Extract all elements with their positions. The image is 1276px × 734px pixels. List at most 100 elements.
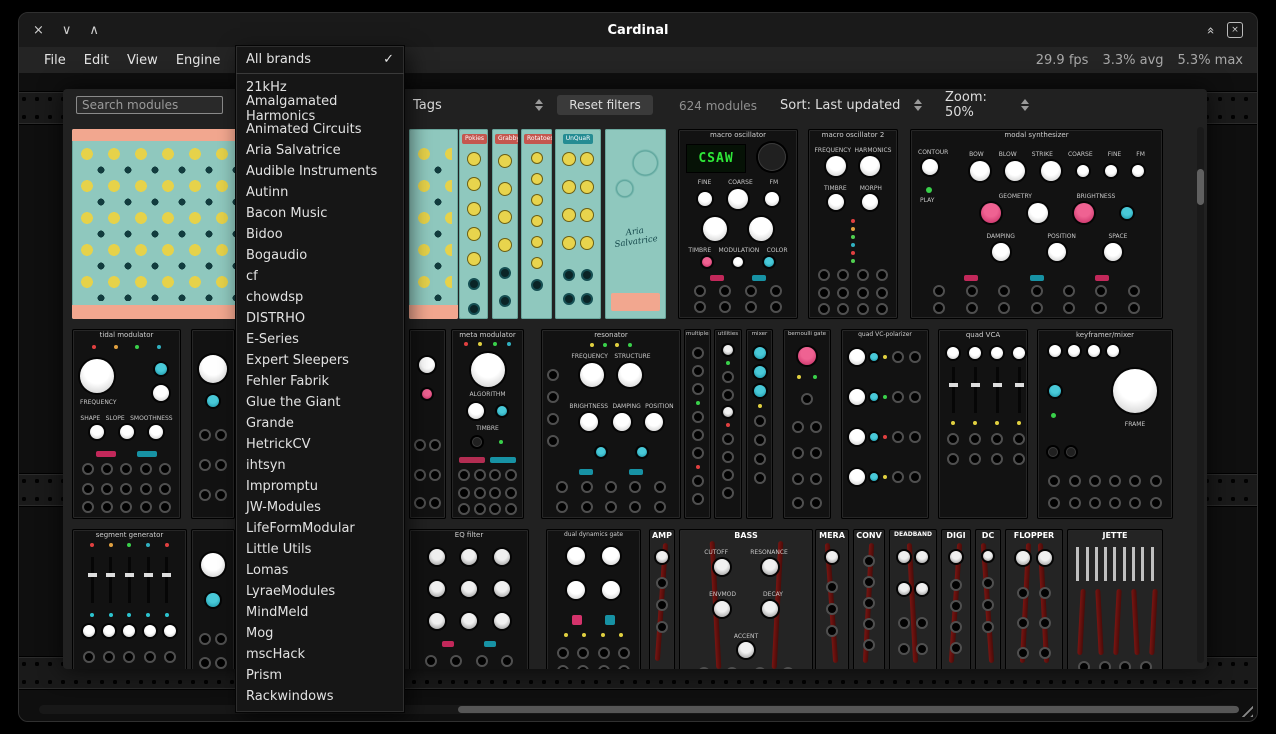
dropdown-item[interactable]: JW-Modules xyxy=(236,497,404,518)
panel-decoration xyxy=(1030,275,1044,281)
port xyxy=(581,481,593,493)
module-card-quad-vca[interactable]: quad VCA xyxy=(938,329,1028,519)
knob xyxy=(90,425,104,439)
port xyxy=(215,489,227,501)
updown-arrows-icon xyxy=(1021,99,1029,111)
module-card-dual-dynamics-gate[interactable]: dual dynamics gate xyxy=(546,529,641,669)
menu-edit[interactable]: Edit xyxy=(75,53,118,68)
module-card-segment-generator[interactable]: segment generator xyxy=(72,529,187,669)
dropdown-item[interactable]: Amalgamated Harmonics xyxy=(236,98,404,119)
knob xyxy=(164,625,176,637)
vertical-scrollbar[interactable] xyxy=(1197,127,1204,663)
module-card-deadband[interactable]: DEADBAND xyxy=(889,529,937,669)
module-card-keyframer-mixer[interactable]: keyframer/mixer FRAME xyxy=(1037,329,1173,519)
module-card-unquar[interactable]: UnQuaR xyxy=(555,129,601,319)
module-card-amp[interactable]: AMP xyxy=(649,529,675,669)
panel-decoration xyxy=(1123,547,1126,581)
dropdown-item[interactable]: Autinn xyxy=(236,182,404,203)
module-card-aria-salvatrice[interactable]: Aria Salvatrice xyxy=(605,129,666,319)
dropdown-item[interactable]: Audible Instruments xyxy=(236,161,404,182)
updown-arrows-icon xyxy=(535,99,543,111)
search-input[interactable] xyxy=(76,96,223,114)
module-card-utilities[interactable]: utilities xyxy=(714,329,742,519)
module-count: 624 modules xyxy=(679,99,757,113)
sort-select[interactable]: Sort: Last updated xyxy=(776,95,926,115)
port xyxy=(199,459,211,471)
module-card-resonator[interactable]: resonator FREQUENCY STRUCTURE BRIGHTNESS… xyxy=(541,329,681,519)
module-card-dc[interactable]: DC xyxy=(975,529,1001,669)
dropdown-item[interactable]: Lomas xyxy=(236,560,404,581)
menu-engine[interactable]: Engine xyxy=(167,53,230,68)
dropdown-item-all-brands[interactable]: All brands ✓ xyxy=(236,49,404,70)
led xyxy=(146,543,150,547)
dropdown-item[interactable]: Bogaudio xyxy=(236,245,404,266)
menu-view[interactable]: View xyxy=(118,53,167,68)
dropdown-item[interactable]: Rackwindows xyxy=(236,686,404,707)
close-box-icon[interactable]: × xyxy=(1227,22,1243,38)
dropdown-item[interactable]: Impromptu xyxy=(236,476,404,497)
dropdown-item[interactable]: HetrickCV xyxy=(236,434,404,455)
module-card-partial[interactable] xyxy=(191,529,235,669)
module-card-rotatoes[interactable]: Rotatoes xyxy=(521,129,552,319)
port xyxy=(770,301,782,313)
port xyxy=(810,473,822,485)
module-card-partial[interactable] xyxy=(409,129,458,319)
dropdown-item[interactable]: Expert Sleepers xyxy=(236,350,404,371)
dropdown-item[interactable]: Bidoo xyxy=(236,224,404,245)
module-card-conv[interactable]: CONV xyxy=(853,529,885,669)
dropdown-item[interactable]: DISTRHO xyxy=(236,308,404,329)
dropdown-item-label: Animated Circuits xyxy=(246,122,361,137)
led xyxy=(619,633,623,637)
collapse-icon[interactable]: » xyxy=(1204,26,1219,34)
module-card-bernoulli-gate[interactable]: bernoulli gate xyxy=(783,329,831,519)
dropdown-item[interactable]: Grande xyxy=(236,413,404,434)
dropdown-item-label: LifeFormModular xyxy=(246,521,355,536)
module-card-jette[interactable]: JETTE xyxy=(1067,529,1163,669)
dropdown-item[interactable]: cf xyxy=(236,266,404,287)
module-card-pokies[interactable]: Pokies xyxy=(459,129,488,319)
dropdown-item[interactable]: MindMeld xyxy=(236,602,404,623)
dropdown-item[interactable]: E-Series xyxy=(236,329,404,350)
dropdown-item-label: Bacon Music xyxy=(246,206,327,221)
knob xyxy=(144,625,156,637)
module-card-modal-synthesizer[interactable]: modal synthesizer CONTOUR PLAY BOW BLOW … xyxy=(910,129,1163,319)
dropdown-item[interactable]: ihtsyn xyxy=(236,455,404,476)
dropdown-item[interactable]: Aria Salvatrice xyxy=(236,140,404,161)
module-card-tidal-modulator[interactable]: tidal modulator FREQUENCY SHAPE SLOPE SM… xyxy=(72,329,181,519)
module-card-grabby[interactable]: Grabby xyxy=(492,129,518,319)
module-card-quad-vc-polarizer[interactable]: quad VC-polarizer xyxy=(841,329,929,519)
dropdown-item[interactable]: LyraeModules xyxy=(236,581,404,602)
reset-filters-button[interactable]: Reset filters xyxy=(557,95,653,115)
dropdown-item[interactable]: Mog xyxy=(236,623,404,644)
horizontal-scrollbar[interactable] xyxy=(39,705,1237,714)
tags-select[interactable]: Tags xyxy=(409,95,547,115)
module-card-multiples[interactable]: multiples xyxy=(684,329,711,519)
knob-label: BRIGHTNESS xyxy=(569,403,608,410)
module-card-bass[interactable]: BASS CUTOFF RESONANCE ENVMOD DECAY ACCEN… xyxy=(679,529,813,669)
horizontal-scrollbar-thumb[interactable] xyxy=(458,706,1239,713)
dropdown-item[interactable]: Bacon Music xyxy=(236,203,404,224)
module-card-macro-oscillator-2[interactable]: macro oscillator 2 FREQUENCY HARMONICS T… xyxy=(808,129,898,319)
module-card-mixer[interactable]: mixer xyxy=(746,329,773,519)
knob xyxy=(123,625,135,637)
menu-file[interactable]: File xyxy=(35,53,75,68)
module-card-eq-filter[interactable]: EQ filter xyxy=(409,529,529,669)
dropdown-item[interactable]: Prism xyxy=(236,665,404,686)
module-card-meta-modulator[interactable]: meta modulator ALGORITHM TIMBRE xyxy=(451,329,524,519)
module-card-flopper[interactable]: FLOPPER xyxy=(1005,529,1063,669)
dropdown-item[interactable]: Fehler Fabrik xyxy=(236,371,404,392)
module-card-partial[interactable] xyxy=(191,329,235,519)
dropdown-item[interactable]: Glue the Giant xyxy=(236,392,404,413)
module-card-digi[interactable]: DIGI xyxy=(941,529,971,669)
module-card-partial[interactable] xyxy=(409,329,446,519)
vertical-scrollbar-thumb[interactable] xyxy=(1197,169,1204,205)
dropdown-item[interactable]: LifeFormModular xyxy=(236,518,404,539)
module-card-mera[interactable]: MERA xyxy=(815,529,849,669)
module-card-macro-oscillator[interactable]: macro oscillator CSAW FINE COARSE FM TIM… xyxy=(678,129,798,319)
port xyxy=(969,433,981,445)
dropdown-item[interactable]: Little Utils xyxy=(236,539,404,560)
zoom-select[interactable]: Zoom: 50% xyxy=(941,95,1033,115)
dropdown-item[interactable]: chowdsp xyxy=(236,287,404,308)
led xyxy=(92,345,96,349)
dropdown-item[interactable]: mscHack xyxy=(236,644,404,665)
